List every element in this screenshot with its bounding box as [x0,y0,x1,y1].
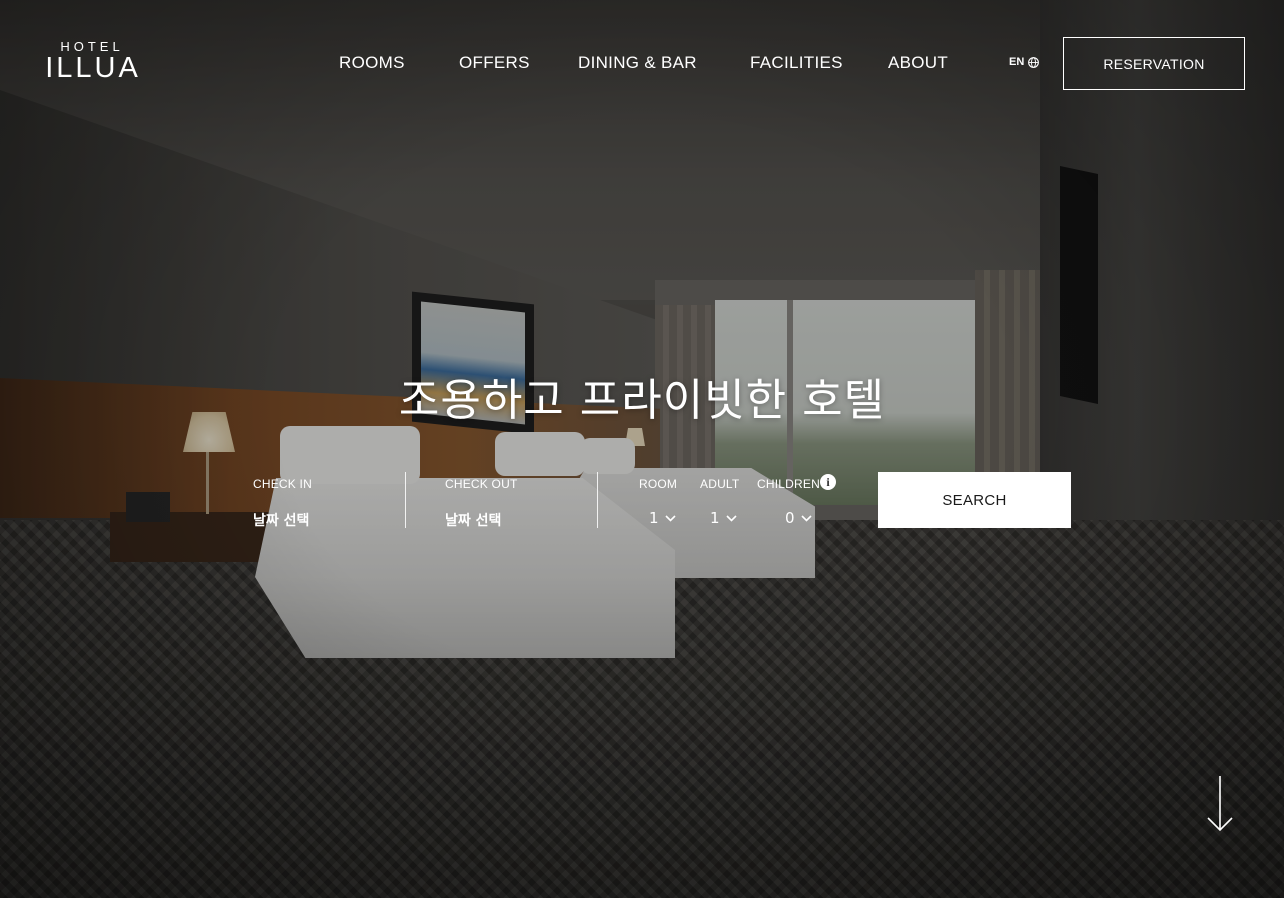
children-value: 0 [785,509,795,527]
children-label: CHILDREN [757,477,820,491]
globe-icon [1028,56,1040,68]
arrow-down-icon[interactable] [1206,775,1234,833]
logo-brand-name: ILLUA [45,52,141,84]
adult-value: 1 [710,509,720,527]
children-select[interactable]: 0 [785,509,812,527]
chevron-down-icon [800,514,812,522]
language-selector[interactable]: EN [1009,56,1040,68]
hotel-logo[interactable]: HOTEL ILLUA [38,39,148,85]
search-button[interactable]: SEARCH [878,472,1071,528]
room-select[interactable]: 1 [649,509,676,527]
field-divider [597,472,598,528]
reservation-button[interactable]: RESERVATION [1063,37,1245,90]
check-in-label: CHECK IN [253,477,312,491]
check-out-date-picker[interactable]: 날짜 선택 [445,510,501,530]
chevron-down-icon [725,514,737,522]
language-label: EN [1009,56,1025,68]
check-out-label: CHECK OUT [445,477,518,491]
check-in-date-picker[interactable]: 날짜 선택 [253,510,309,530]
nav-item-about[interactable]: ABOUT [888,52,948,74]
hero-headline: 조용하고 프라이빗한 호텔 [398,375,886,426]
nav-item-rooms[interactable]: ROOMS [339,52,405,74]
room-label: ROOM [639,477,678,491]
chevron-down-icon [664,514,676,522]
room-value: 1 [649,509,659,527]
adult-select[interactable]: 1 [710,509,737,527]
info-icon[interactable]: i [820,474,836,490]
nav-item-offers[interactable]: OFFERS [459,52,530,74]
field-divider [405,472,406,528]
nav-item-facilities[interactable]: FACILITIES [750,52,843,74]
nav-item-dining-bar[interactable]: DINING & BAR [578,52,697,74]
hero-background-image [0,0,1284,898]
adult-label: ADULT [700,477,740,491]
